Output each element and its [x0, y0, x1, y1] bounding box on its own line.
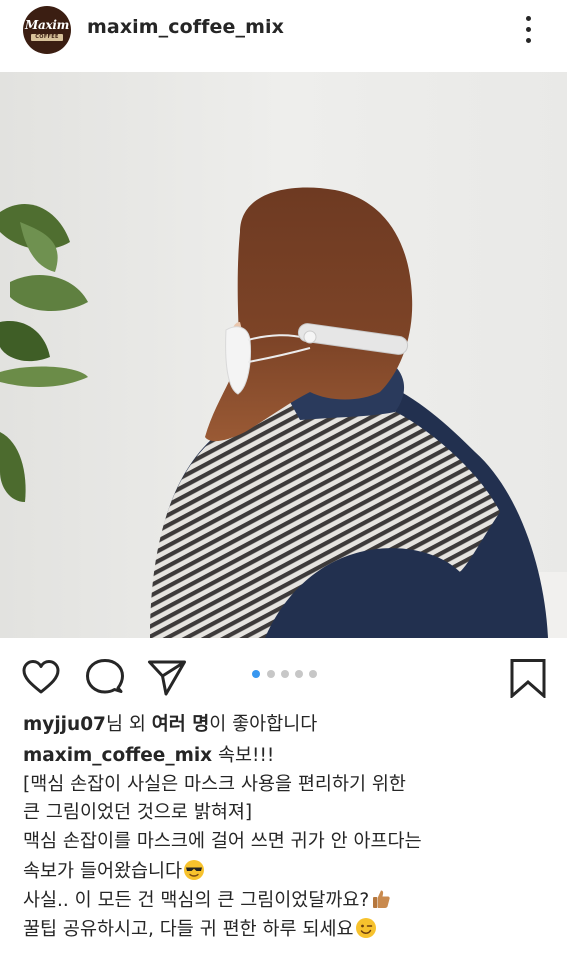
post-header: Maxim COFFEE MIX maxim_coffee_mix	[0, 0, 567, 72]
caption-line: 큰 그림이었던 것으로 밝혀져]	[23, 802, 253, 823]
liker-username[interactable]: myjju07	[23, 714, 106, 735]
carousel-dot[interactable]	[252, 670, 260, 678]
wink-emoji	[355, 917, 377, 939]
post-actions	[0, 638, 567, 710]
bookmark-icon[interactable]	[508, 658, 548, 700]
likes-suffix: 이 좋아합니다	[209, 714, 318, 735]
avatar-logo-text: Maxim	[25, 18, 69, 32]
likes-line: myjju07님 외 여러 명이 좋아합니다	[23, 713, 317, 737]
post-username[interactable]: maxim_coffee_mix	[87, 16, 284, 38]
caption-line-with-emoji: 꿀팁 공유하시고, 다들 귀 편한 하루 되세요	[23, 917, 377, 942]
sunglasses-emoji	[183, 859, 205, 881]
heart-icon[interactable]	[21, 658, 61, 698]
likes-others-link[interactable]: 여러 명	[152, 714, 210, 735]
more-dot	[526, 38, 531, 43]
carousel-dot[interactable]	[295, 670, 303, 678]
caption-line: [맥심 손잡이 사실은 마스크 사용을 편리하기 위한	[23, 774, 406, 795]
send-icon[interactable]	[147, 658, 187, 698]
caption-line: 꿀팁 공유하시고, 다들 귀 편한 하루 되세요	[23, 919, 354, 940]
avatar-logo-sub: COFFEE MIX	[35, 34, 59, 47]
more-dot	[526, 16, 531, 21]
caption-first-line: maxim_coffee_mix 속보!!!	[23, 744, 274, 768]
caption-author[interactable]: maxim_coffee_mix	[23, 745, 212, 766]
carousel-dot[interactable]	[267, 670, 275, 678]
more-options-icon[interactable]	[518, 14, 540, 46]
comment-icon[interactable]	[85, 658, 125, 698]
post-photo-svg	[0, 72, 567, 638]
caption-first-text: 속보!!!	[212, 745, 275, 766]
thumbs-up-emoji	[370, 888, 392, 910]
caption-line: 속보가 들어왔습니다	[23, 861, 183, 882]
carousel-dot[interactable]	[281, 670, 289, 678]
caption-line: 사실.. 이 모든 건 맥심의 큰 그림이었달까요?	[23, 890, 370, 911]
likes-mid-text: 님 외	[105, 714, 152, 735]
caption-line: 맥심 손잡이를 마스크에 걸어 쓰면 귀가 안 아프다는	[23, 831, 422, 852]
carousel-dot[interactable]	[309, 670, 317, 678]
caption-line-with-emoji: 사실.. 이 모든 건 맥심의 큰 그림이었달까요?	[23, 888, 392, 913]
avatar[interactable]: Maxim COFFEE MIX	[23, 6, 71, 54]
more-dot	[526, 27, 531, 32]
caption-line-with-emoji: 속보가 들어왔습니다	[23, 859, 205, 884]
post-image[interactable]	[0, 72, 567, 638]
